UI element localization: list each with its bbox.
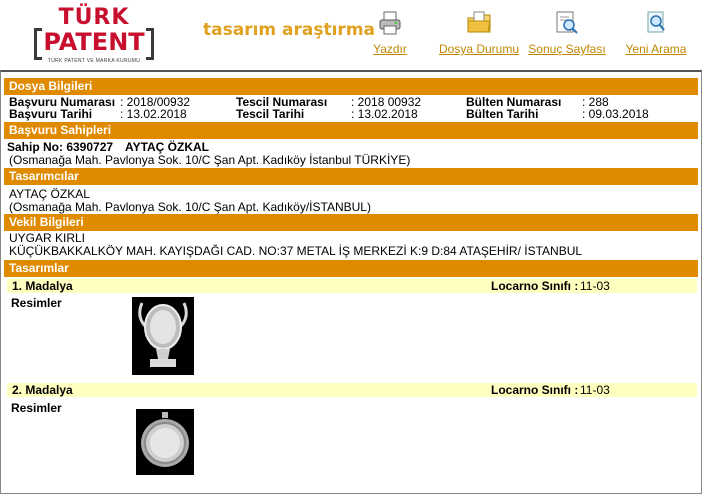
locarno-label: Locarno Sınıfı : xyxy=(491,279,579,293)
tescil-tarihi-value: : 13.02.2018 xyxy=(351,107,418,121)
design-row-1: 1. Madalya Locarno Sınıfı : 11-03 xyxy=(7,279,697,293)
bulten-tarihi-value: : 09.03.2018 xyxy=(582,107,649,121)
sahip-address: (Osmanağa Mah. Pavlonya Sok. 10/C Şan Ap… xyxy=(9,153,411,167)
folder-icon xyxy=(467,11,491,33)
tasarimci-name: AYTAÇ ÖZKAL xyxy=(9,187,90,201)
design-name: 2. Madalya xyxy=(12,383,73,397)
turkpatent-logo[interactable]: TÜRK PATENT TÜRK PATENT VE MARKA KURUMU xyxy=(34,6,154,64)
section-basvuru-sahipleri: Başvuru Sahipleri xyxy=(4,122,698,139)
locarno-label: Locarno Sınıfı : xyxy=(491,383,579,397)
nav-print[interactable]: Yazdır xyxy=(370,10,410,56)
nav-print-label[interactable]: Yazdır xyxy=(370,42,410,56)
images-label: Resimler xyxy=(11,401,62,415)
vekil-name: UYGAR KIRLI xyxy=(9,231,86,245)
nav-new-search[interactable]: Yeni Arama xyxy=(624,10,688,56)
page-header: TÜRK PATENT TÜRK PATENT VE MARKA KURUMU … xyxy=(0,0,703,70)
content-frame: Dosya Bilgileri Başvuru Numarası : 2018/… xyxy=(0,70,702,494)
basvuru-tarihi-label: Başvuru Tarihi xyxy=(9,107,93,121)
design-name: 1. Madalya xyxy=(12,279,73,293)
section-vekil-bilgileri: Vekil Bilgileri xyxy=(4,214,698,231)
section-dosya-bilgileri: Dosya Bilgileri xyxy=(4,78,698,95)
basvuru-tarihi-value: : 13.02.2018 xyxy=(120,107,187,121)
section-tasarimlar: Tasarımlar xyxy=(4,260,698,277)
results-icon xyxy=(556,11,578,34)
locarno-value: 11-03 xyxy=(580,383,610,397)
nav-new-search-label[interactable]: Yeni Arama xyxy=(624,42,688,56)
search-icon xyxy=(647,11,665,33)
logo-line1: TÜRK xyxy=(58,5,130,30)
nav-results[interactable]: Sonuç Sayfası xyxy=(528,10,606,56)
sahip-no: Sahip No: 6390727 xyxy=(7,140,114,154)
locarno-value: 11-03 xyxy=(580,279,610,293)
medal-image xyxy=(136,409,194,475)
design-row-2: 2. Madalya Locarno Sınıfı : 11-03 xyxy=(7,383,697,397)
bulten-tarihi-label: Bülten Tarihi xyxy=(466,107,539,121)
vekil-address: KÜÇÜKBAKKALKÖY MAH. KAYIŞDAĞI CAD. NO:37… xyxy=(9,244,583,258)
section-tasarimcilar: Tasarımcılar xyxy=(4,168,698,185)
trophy-medal-image xyxy=(132,297,194,375)
design-thumbnail-1[interactable] xyxy=(132,297,194,375)
tasarimci-address: (Osmanağa Mah. Pavlonya Sok. 10/C Şan Ap… xyxy=(9,200,371,214)
tescil-tarihi-label: Tescil Tarihi xyxy=(236,107,305,121)
app-title: tasarım araştırma xyxy=(203,20,376,40)
design-thumbnail-2[interactable] xyxy=(136,409,194,475)
logo-subtitle: TÜRK PATENT VE MARKA KURUMU xyxy=(47,58,141,64)
images-label: Resimler xyxy=(11,296,62,310)
printer-icon xyxy=(379,11,401,35)
logo-line2: PATENT xyxy=(43,28,145,56)
sahip-name: AYTAÇ ÖZKAL xyxy=(125,140,209,154)
logo-bracket-right xyxy=(146,28,154,60)
nav-file-status-label[interactable]: Dosya Durumu xyxy=(437,42,521,56)
nav-file-status[interactable]: Dosya Durumu xyxy=(437,10,521,56)
nav-results-label[interactable]: Sonuç Sayfası xyxy=(528,42,606,56)
